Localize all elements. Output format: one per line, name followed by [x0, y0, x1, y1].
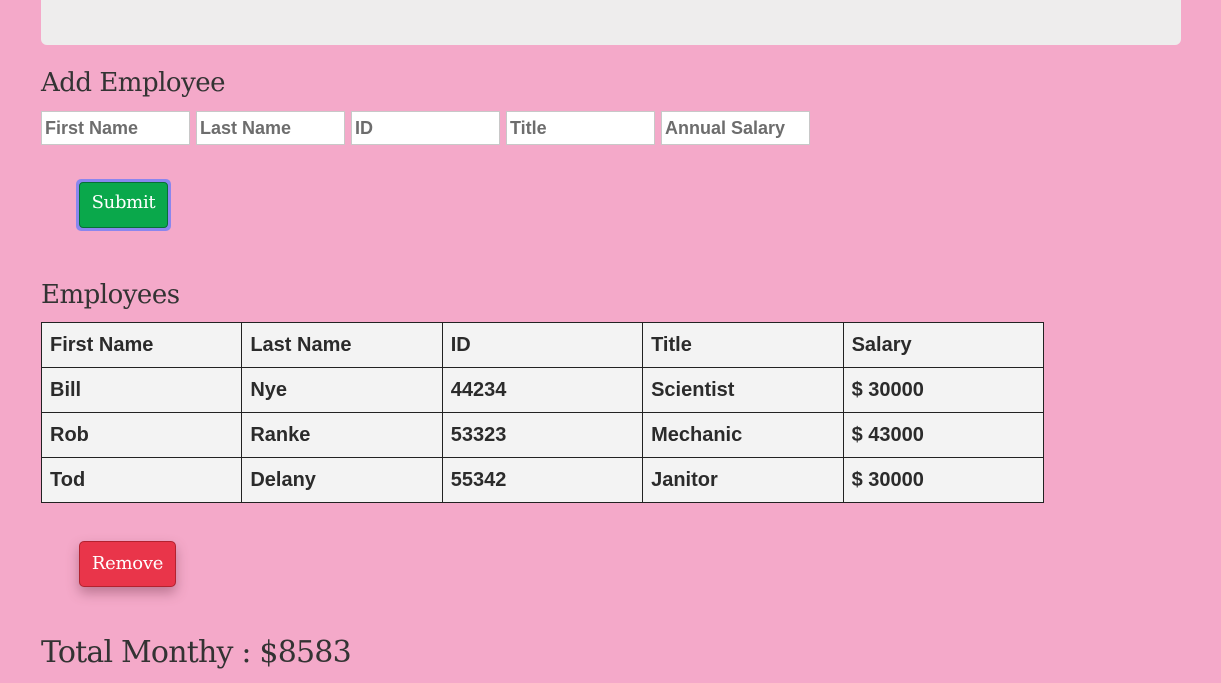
cell-id: 55342 — [441, 457, 644, 503]
cell-salary: $ 43000 — [842, 412, 1045, 458]
total-monthly: Total Monthy : $8583 — [41, 635, 352, 670]
cell-first-name: Tod — [40, 457, 243, 503]
header-last-name: Last Name — [241, 322, 443, 368]
id-input[interactable] — [351, 111, 500, 145]
cell-id: 53323 — [441, 412, 644, 458]
cell-last-name: Ranke — [241, 412, 443, 458]
employees-heading: Employees — [41, 280, 180, 310]
header-first-name: First Name — [40, 322, 243, 368]
table-row[interactable]: Bill Nye 44234 Scientist $ 30000 — [40, 367, 1045, 413]
table-row[interactable]: Tod Delany 55342 Janitor $ 30000 — [40, 457, 1045, 503]
add-employee-form — [41, 111, 810, 145]
cell-title: Mechanic — [642, 412, 844, 458]
top-panel — [41, 0, 1181, 45]
cell-title: Janitor — [642, 457, 844, 503]
last-name-input[interactable] — [196, 111, 345, 145]
cell-salary: $ 30000 — [842, 457, 1045, 503]
cell-id: 44234 — [441, 367, 644, 413]
cell-title: Scientist — [642, 367, 844, 413]
table-row[interactable]: Rob Ranke 53323 Mechanic $ 43000 — [40, 412, 1045, 458]
cell-last-name: Nye — [241, 367, 443, 413]
title-input[interactable] — [506, 111, 655, 145]
employees-table: First Name Last Name ID Title Salary Bil… — [40, 322, 1045, 503]
table-header-row: First Name Last Name ID Title Salary — [40, 322, 1045, 368]
cell-first-name: Rob — [40, 412, 243, 458]
header-salary: Salary — [842, 322, 1045, 368]
submit-button-label: Submit — [79, 182, 168, 228]
header-id: ID — [441, 322, 644, 368]
add-employee-heading: Add Employee — [41, 68, 226, 98]
cell-salary: $ 30000 — [842, 367, 1045, 413]
cell-last-name: Delany — [241, 457, 443, 503]
annual-salary-input[interactable] — [661, 111, 810, 145]
submit-button[interactable]: Submit — [76, 179, 171, 231]
first-name-input[interactable] — [41, 111, 190, 145]
remove-button[interactable]: Remove — [79, 541, 176, 587]
cell-first-name: Bill — [40, 367, 243, 413]
header-title: Title — [642, 322, 844, 368]
